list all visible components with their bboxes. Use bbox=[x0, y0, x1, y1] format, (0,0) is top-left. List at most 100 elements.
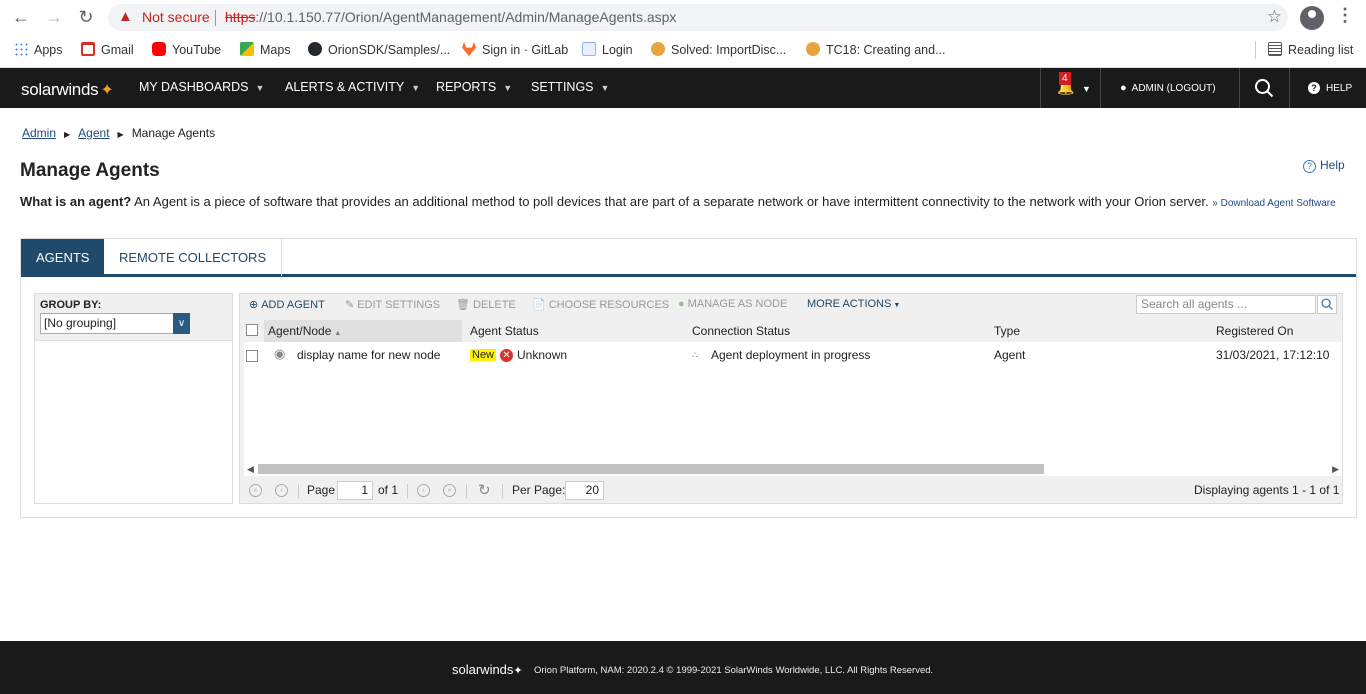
refresh-icon[interactable]: ↻ bbox=[478, 481, 491, 499]
divider bbox=[1239, 68, 1240, 108]
bookmark-maps[interactable]: Maps bbox=[240, 41, 291, 59]
green-circle-icon: ● bbox=[678, 298, 685, 310]
column-connection-status[interactable]: Connection Status bbox=[692, 324, 790, 338]
bookmark-tc18[interactable]: TC18: Creating and... bbox=[806, 41, 946, 59]
page-number-input[interactable]: 1 bbox=[337, 481, 373, 500]
bookmark-label: Apps bbox=[34, 43, 63, 57]
tab-remote-collectors[interactable]: REMOTE COLLECTORS bbox=[104, 239, 283, 276]
bookmark-gmail[interactable]: Gmail bbox=[81, 41, 134, 59]
more-actions-button[interactable]: MORE ACTIONS ▼ bbox=[807, 298, 900, 310]
divider bbox=[1040, 68, 1041, 108]
breadcrumb-agent[interactable]: Agent bbox=[78, 126, 109, 140]
caret-down-icon: ▼ bbox=[893, 302, 901, 309]
footer-logo: solarwinds✦ bbox=[452, 662, 523, 677]
add-agent-button[interactable]: ⊕ ADD AGENT bbox=[249, 298, 325, 311]
search-icon[interactable] bbox=[1317, 295, 1337, 314]
reading-list-label: Reading list bbox=[1288, 43, 1354, 57]
agent-status: Unknown bbox=[517, 348, 568, 362]
back-icon[interactable]: ← bbox=[10, 6, 32, 28]
logo-text: solarwinds bbox=[21, 80, 99, 99]
select-all-checkbox[interactable] bbox=[246, 324, 258, 336]
divider bbox=[1289, 68, 1290, 108]
bookmark-gitlab[interactable]: Sign in · GitLab bbox=[462, 41, 568, 59]
button-label: MORE ACTIONS bbox=[807, 298, 892, 310]
menu-my-dashboards[interactable]: MY DASHBOARDS ▼ bbox=[139, 80, 264, 94]
column-agent-node[interactable]: Agent/Node ▲ bbox=[268, 324, 341, 338]
gitlab-icon bbox=[462, 42, 476, 56]
help-link[interactable]: ? Help bbox=[1303, 158, 1345, 173]
choose-resources-button[interactable]: 📄 CHOOSE RESOURCES bbox=[532, 298, 669, 311]
manage-as-node-button[interactable]: ● MANAGE AS NODE bbox=[678, 298, 787, 310]
breadcrumb-admin[interactable]: Admin bbox=[22, 126, 56, 140]
bookmark-label: OrionSDK/Samples/... bbox=[328, 43, 451, 57]
bookmark-youtube[interactable]: YouTube bbox=[152, 41, 221, 59]
delete-button[interactable]: 🗑 DELETE bbox=[456, 298, 516, 311]
bookmark-label: Gmail bbox=[101, 43, 134, 57]
menu-label: SETTINGS bbox=[531, 80, 594, 94]
search-agents-input[interactable]: Search all agents ... bbox=[1136, 295, 1316, 314]
row-checkbox[interactable] bbox=[246, 350, 258, 362]
bookmark-label: Maps bbox=[260, 43, 291, 57]
bookmark-label: Login bbox=[602, 43, 633, 57]
menu-label: REPORTS bbox=[436, 80, 497, 94]
per-page-input[interactable]: 20 bbox=[565, 481, 604, 500]
page-icon bbox=[582, 42, 596, 56]
menu-reports[interactable]: REPORTS ▼ bbox=[436, 80, 512, 94]
reload-icon[interactable]: ↻ bbox=[75, 6, 97, 28]
search-icon[interactable] bbox=[1254, 78, 1274, 98]
agent-name[interactable]: display name for new node bbox=[297, 348, 440, 362]
last-page-icon[interactable]: » bbox=[443, 484, 456, 497]
scroll-right-icon[interactable]: ▶ bbox=[1332, 462, 1339, 476]
divider bbox=[1100, 68, 1101, 108]
per-page-label: Per Page: bbox=[512, 483, 566, 497]
notifications-bell-icon[interactable]: 🔔 4 bbox=[1057, 72, 1074, 95]
footer-copyright: Orion Platform, NAM: 2020.2.4 © 1999-202… bbox=[534, 665, 934, 676]
reading-list[interactable]: Reading list bbox=[1268, 41, 1353, 59]
footer-logo-text: solarwinds bbox=[452, 662, 514, 677]
address-bar[interactable]: ▲ Not secure https://10.1.150.77/Orion/A… bbox=[108, 4, 1288, 31]
connection-status: Agent deployment in progress bbox=[711, 348, 871, 362]
chevron-down-icon: ▼ bbox=[503, 83, 513, 93]
edit-settings-button[interactable]: ✎ EDIT SETTINGS bbox=[345, 298, 440, 311]
displaying-count: Displaying agents 1 - 1 of 1 bbox=[1194, 483, 1340, 497]
chevron-down-icon: ▼ bbox=[411, 83, 421, 93]
scroll-left-icon[interactable]: ◀ bbox=[247, 462, 254, 476]
column-agent-status[interactable]: Agent Status bbox=[470, 324, 539, 338]
menu-settings[interactable]: SETTINGS ▼ bbox=[531, 80, 609, 94]
divider bbox=[407, 484, 408, 498]
group-by-label: GROUP BY: bbox=[40, 299, 102, 311]
profile-avatar-icon[interactable] bbox=[1300, 6, 1324, 30]
next-page-icon[interactable]: › bbox=[417, 484, 430, 497]
description-heading: What is an agent? bbox=[20, 194, 132, 209]
bookmark-solved[interactable]: Solved: ImportDisc... bbox=[651, 41, 786, 59]
column-type[interactable]: Type bbox=[994, 324, 1020, 338]
download-agent-link[interactable]: » Download Agent Software bbox=[1212, 198, 1335, 209]
horizontal-scrollbar[interactable]: ◀ ▶ bbox=[244, 462, 1342, 476]
scrollbar-thumb[interactable] bbox=[258, 464, 1044, 474]
menu-alerts-activity[interactable]: ALERTS & ACTIVITY ▼ bbox=[285, 80, 420, 94]
bookmark-star-icon[interactable]: ☆ bbox=[1267, 7, 1282, 27]
tab-agents[interactable]: AGENTS bbox=[21, 239, 104, 276]
solarwinds-logo[interactable]: solarwinds ✦ bbox=[21, 80, 114, 100]
button-label: ADD AGENT bbox=[261, 299, 325, 311]
previous-page-icon[interactable]: ‹ bbox=[275, 484, 288, 497]
url-text[interactable]: https://10.1.150.77/Orion/AgentManagemen… bbox=[225, 9, 676, 25]
help-button[interactable]: ? HELP bbox=[1308, 82, 1352, 94]
table-row[interactable]: ◉ display name for new node New ✕ Unknow… bbox=[244, 342, 1342, 370]
logo-bird-icon: ✦ bbox=[100, 82, 114, 99]
column-registered-on[interactable]: Registered On bbox=[1216, 324, 1293, 338]
notifications-dropdown[interactable]: ▼ bbox=[1075, 81, 1091, 95]
pencil-icon: ✎ bbox=[345, 299, 355, 311]
group-by-select[interactable]: [No grouping] ∨ bbox=[40, 313, 190, 334]
divider bbox=[502, 484, 503, 498]
chevron-down-icon[interactable]: ∨ bbox=[173, 313, 190, 334]
bookmark-login[interactable]: Login bbox=[582, 41, 633, 59]
forward-icon[interactable]: → bbox=[43, 6, 65, 28]
first-page-icon[interactable]: « bbox=[249, 484, 262, 497]
browser-menu-icon[interactable]: ⋮ bbox=[1336, 5, 1354, 26]
bookmark-orionsdk[interactable]: OrionSDK/Samples/... bbox=[308, 41, 450, 59]
user-logout[interactable]: ● ADMIN (LOGOUT) bbox=[1120, 82, 1216, 94]
bookmark-apps[interactable]: Apps bbox=[14, 41, 63, 59]
description-text: An Agent is a piece of software that pro… bbox=[131, 194, 1213, 209]
spinner-icon: ∴ bbox=[692, 350, 698, 360]
